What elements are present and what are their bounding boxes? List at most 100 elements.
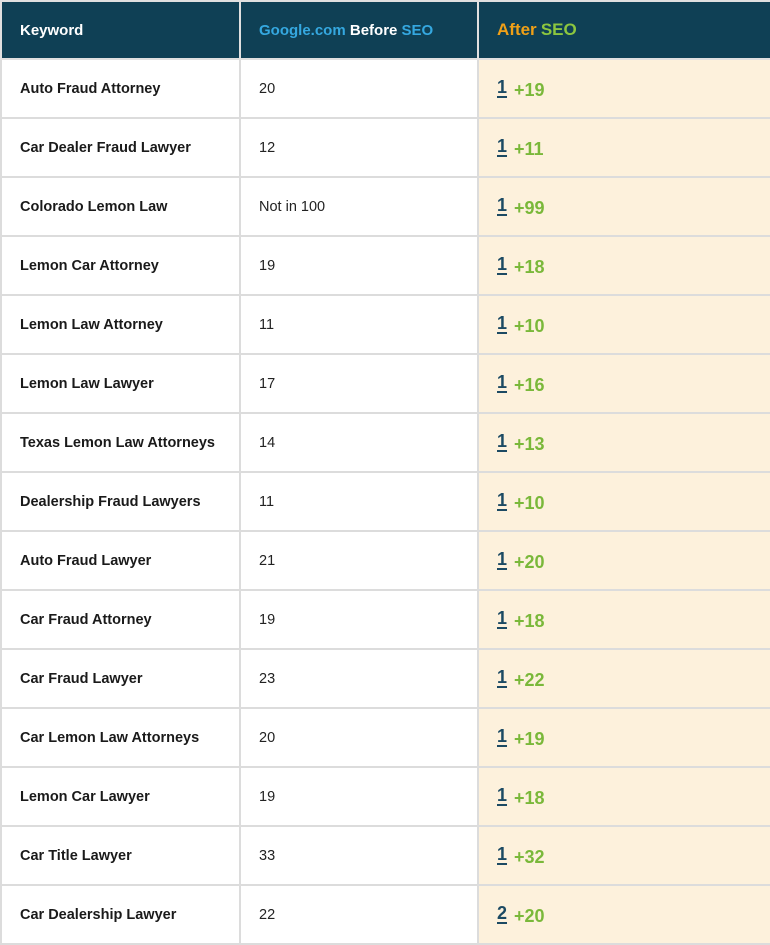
before-seo-cell: 22 <box>239 884 479 945</box>
before-seo-cell: 11 <box>239 294 479 355</box>
after-rank-link[interactable]: 1 <box>497 785 507 805</box>
header-after-word: After <box>497 20 537 39</box>
keyword-cell: Lemon Car Attorney <box>0 235 241 296</box>
keyword-cell: Car Dealer Fraud Lawyer <box>0 117 241 178</box>
before-seo-cell: 17 <box>239 353 479 414</box>
table-row: Car Dealership Lawyer 22 2 +20 <box>0 884 770 945</box>
keyword-cell: Lemon Law Lawyer <box>0 353 241 414</box>
rank-gain: +18 <box>514 610 545 631</box>
after-rank-link[interactable]: 1 <box>497 372 507 392</box>
rank-gain: +22 <box>514 669 545 690</box>
header-before-word: Before <box>349 21 398 39</box>
table-row: Lemon Law Lawyer 17 1 +16 <box>0 353 770 414</box>
seo-ranking-table: Keyword Google.com Before SEO After SEO … <box>0 0 770 945</box>
after-rank-link[interactable]: 1 <box>497 195 507 215</box>
table-row: Lemon Law Attorney 11 1 +10 <box>0 294 770 355</box>
keyword-cell: Car Lemon Law Attorneys <box>0 707 241 768</box>
rank-gain: +19 <box>514 79 545 100</box>
before-seo-cell: 19 <box>239 235 479 296</box>
after-seo-cell: 1 +32 <box>477 825 770 886</box>
rank-gain: +18 <box>514 256 545 277</box>
before-seo-cell: 19 <box>239 589 479 650</box>
keyword-cell: Auto Fraud Attorney <box>0 58 241 119</box>
rank-gain: +99 <box>514 197 545 218</box>
keyword-cell: Lemon Car Lawyer <box>0 766 241 827</box>
after-rank-link[interactable]: 1 <box>497 313 507 333</box>
header-before-seo: Google.com Before SEO <box>239 0 479 60</box>
after-seo-cell: 1 +99 <box>477 176 770 237</box>
table-row: Auto Fraud Lawyer 21 1 +20 <box>0 530 770 591</box>
after-seo-cell: 1 +22 <box>477 648 770 709</box>
after-rank-link[interactable]: 1 <box>497 844 507 864</box>
keyword-cell: Car Title Lawyer <box>0 825 241 886</box>
table-row: Dealership Fraud Lawyers 11 1 +10 <box>0 471 770 532</box>
table-row: Texas Lemon Law Attorneys 14 1 +13 <box>0 412 770 473</box>
after-seo-cell: 1 +19 <box>477 58 770 119</box>
after-seo-cell: 1 +18 <box>477 235 770 296</box>
before-seo-cell: 23 <box>239 648 479 709</box>
before-seo-cell: 33 <box>239 825 479 886</box>
after-seo-cell: 1 +18 <box>477 589 770 650</box>
header-before-google: Google.com <box>259 21 346 39</box>
keyword-cell: Lemon Law Attorney <box>0 294 241 355</box>
table-row: Car Lemon Law Attorneys 20 1 +19 <box>0 707 770 768</box>
keyword-cell: Auto Fraud Lawyer <box>0 530 241 591</box>
after-seo-cell: 1 +10 <box>477 471 770 532</box>
table-row: Auto Fraud Attorney 20 1 +19 <box>0 58 770 119</box>
header-before-seo-word: SEO <box>401 21 434 39</box>
after-rank-link[interactable]: 1 <box>497 549 507 569</box>
after-seo-cell: 1 +18 <box>477 766 770 827</box>
table-row: Car Fraud Attorney 19 1 +18 <box>0 589 770 650</box>
table-row: Car Dealer Fraud Lawyer 12 1 +11 <box>0 117 770 178</box>
table-row: Lemon Car Attorney 19 1 +18 <box>0 235 770 296</box>
after-rank-link[interactable]: 1 <box>497 77 507 97</box>
rank-gain: +18 <box>514 787 545 808</box>
before-seo-cell: 11 <box>239 471 479 532</box>
keyword-cell: Texas Lemon Law Attorneys <box>0 412 241 473</box>
rank-gain: +10 <box>514 492 545 513</box>
table-row: Car Fraud Lawyer 23 1 +22 <box>0 648 770 709</box>
after-seo-cell: 1 +16 <box>477 353 770 414</box>
rank-gain: +20 <box>514 551 545 572</box>
after-seo-cell: 1 +11 <box>477 117 770 178</box>
before-seo-cell: 20 <box>239 707 479 768</box>
table-row: Lemon Car Lawyer 19 1 +18 <box>0 766 770 827</box>
after-rank-link[interactable]: 1 <box>497 431 507 451</box>
table-header-row: Keyword Google.com Before SEO After SEO <box>0 0 770 60</box>
before-seo-cell: 19 <box>239 766 479 827</box>
after-rank-link[interactable]: 1 <box>497 490 507 510</box>
keyword-cell: Car Fraud Lawyer <box>0 648 241 709</box>
header-after-seo: After SEO <box>477 0 770 60</box>
rank-gain: +32 <box>514 846 545 867</box>
before-seo-cell: 21 <box>239 530 479 591</box>
keyword-cell: Colorado Lemon Law <box>0 176 241 237</box>
rank-gain: +20 <box>514 905 545 926</box>
after-rank-link[interactable]: 1 <box>497 667 507 687</box>
after-rank-link[interactable]: 1 <box>497 136 507 156</box>
rank-gain: +19 <box>514 728 545 749</box>
before-seo-cell: 14 <box>239 412 479 473</box>
before-seo-cell: 12 <box>239 117 479 178</box>
rank-gain: +10 <box>514 315 545 336</box>
before-seo-cell: 20 <box>239 58 479 119</box>
after-rank-link[interactable]: 1 <box>497 726 507 746</box>
after-rank-link[interactable]: 1 <box>497 254 507 274</box>
rank-gain: +16 <box>514 374 545 395</box>
keyword-cell: Car Fraud Attorney <box>0 589 241 650</box>
rank-gain: +13 <box>514 433 545 454</box>
table-row: Colorado Lemon Law Not in 100 1 +99 <box>0 176 770 237</box>
after-rank-link[interactable]: 2 <box>497 903 507 923</box>
rank-gain: +11 <box>514 138 544 159</box>
after-rank-link[interactable]: 1 <box>497 608 507 628</box>
table-row: Car Title Lawyer 33 1 +32 <box>0 825 770 886</box>
header-keyword: Keyword <box>0 0 241 60</box>
keyword-cell: Car Dealership Lawyer <box>0 884 241 945</box>
after-seo-cell: 1 +10 <box>477 294 770 355</box>
after-seo-cell: 1 +19 <box>477 707 770 768</box>
header-after-seo-word: SEO <box>540 20 577 39</box>
after-seo-cell: 1 +20 <box>477 530 770 591</box>
after-seo-cell: 2 +20 <box>477 884 770 945</box>
after-seo-cell: 1 +13 <box>477 412 770 473</box>
before-seo-cell: Not in 100 <box>239 176 479 237</box>
keyword-cell: Dealership Fraud Lawyers <box>0 471 241 532</box>
